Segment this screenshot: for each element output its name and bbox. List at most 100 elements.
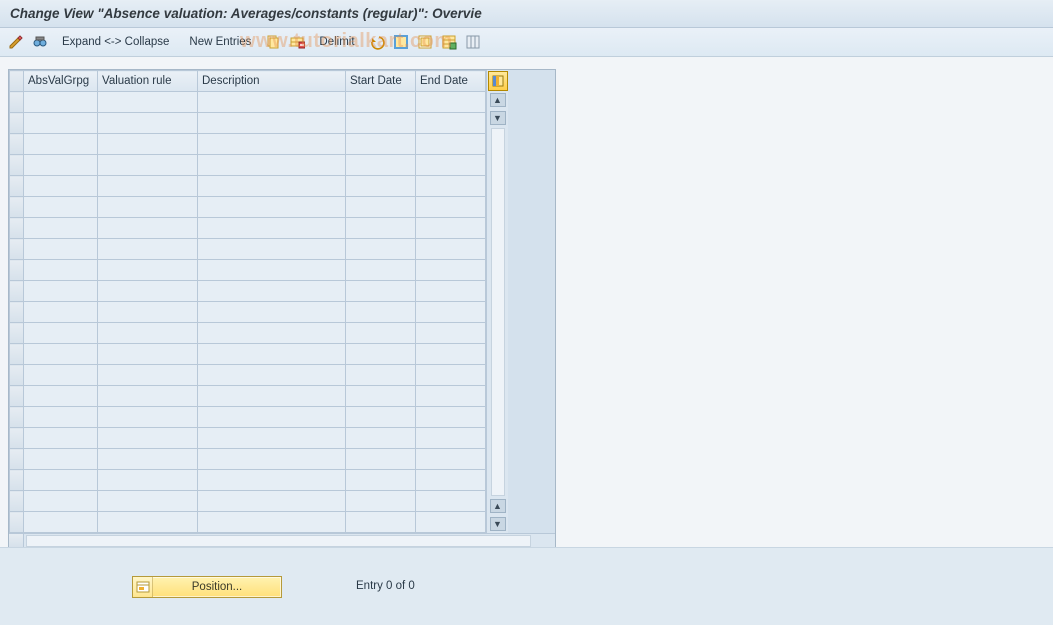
cell[interactable]	[346, 407, 416, 428]
hscroll-track[interactable]	[26, 535, 531, 547]
cell[interactable]	[24, 197, 98, 218]
cell[interactable]	[98, 491, 198, 512]
cell[interactable]	[98, 512, 198, 533]
cell[interactable]	[98, 470, 198, 491]
cell[interactable]	[346, 449, 416, 470]
cell[interactable]	[416, 92, 486, 113]
cell[interactable]	[416, 113, 486, 134]
cell[interactable]	[98, 281, 198, 302]
table-row[interactable]	[10, 344, 486, 365]
delete-button[interactable]	[287, 32, 307, 52]
cell[interactable]	[98, 386, 198, 407]
cell[interactable]	[346, 365, 416, 386]
cell[interactable]	[198, 155, 346, 176]
cell[interactable]	[24, 239, 98, 260]
cell[interactable]	[198, 260, 346, 281]
cell[interactable]	[346, 323, 416, 344]
cell[interactable]	[416, 344, 486, 365]
table-row[interactable]	[10, 365, 486, 386]
cell[interactable]	[346, 512, 416, 533]
row-selector-header[interactable]	[10, 71, 24, 92]
cell[interactable]	[98, 134, 198, 155]
cell[interactable]	[24, 134, 98, 155]
print-button[interactable]	[463, 32, 483, 52]
cell[interactable]	[24, 281, 98, 302]
col-header-end-date[interactable]: End Date	[416, 71, 486, 92]
cell[interactable]	[198, 134, 346, 155]
table-row[interactable]	[10, 155, 486, 176]
table-row[interactable]	[10, 386, 486, 407]
position-button[interactable]: Position...	[132, 576, 282, 598]
cell[interactable]	[346, 239, 416, 260]
cell[interactable]	[416, 260, 486, 281]
table-row[interactable]	[10, 407, 486, 428]
col-header-absvalgrpg[interactable]: AbsValGrpg	[24, 71, 98, 92]
select-all-button[interactable]	[391, 32, 411, 52]
cell[interactable]	[346, 197, 416, 218]
row-selector[interactable]	[10, 491, 24, 512]
cell[interactable]	[24, 512, 98, 533]
cell[interactable]	[98, 197, 198, 218]
cell[interactable]	[346, 470, 416, 491]
cell[interactable]	[416, 470, 486, 491]
cell[interactable]	[416, 134, 486, 155]
cell[interactable]	[346, 302, 416, 323]
row-selector[interactable]	[10, 239, 24, 260]
row-selector[interactable]	[10, 134, 24, 155]
cell[interactable]	[198, 197, 346, 218]
table-row[interactable]	[10, 197, 486, 218]
cell[interactable]	[346, 155, 416, 176]
cell[interactable]	[416, 428, 486, 449]
cell[interactable]	[346, 281, 416, 302]
cell[interactable]	[416, 281, 486, 302]
row-selector[interactable]	[10, 260, 24, 281]
cell[interactable]	[346, 344, 416, 365]
cell[interactable]	[416, 449, 486, 470]
row-selector[interactable]	[10, 218, 24, 239]
cell[interactable]	[198, 113, 346, 134]
cell[interactable]	[98, 449, 198, 470]
cell[interactable]	[416, 323, 486, 344]
scroll-up-bottom-button[interactable]: ▲	[490, 499, 506, 513]
cell[interactable]	[416, 302, 486, 323]
table-row[interactable]	[10, 470, 486, 491]
undo-button[interactable]	[367, 32, 387, 52]
cell[interactable]	[24, 470, 98, 491]
row-selector[interactable]	[10, 113, 24, 134]
cell[interactable]	[416, 155, 486, 176]
cell[interactable]	[98, 113, 198, 134]
row-selector[interactable]	[10, 512, 24, 533]
cell[interactable]	[346, 218, 416, 239]
cell[interactable]	[346, 92, 416, 113]
cell[interactable]	[416, 407, 486, 428]
cell[interactable]	[416, 239, 486, 260]
cell[interactable]	[24, 176, 98, 197]
cell[interactable]	[24, 344, 98, 365]
cell[interactable]	[198, 470, 346, 491]
configure-columns-button[interactable]	[488, 71, 508, 91]
row-selector[interactable]	[10, 386, 24, 407]
cell[interactable]	[98, 407, 198, 428]
table-row[interactable]	[10, 176, 486, 197]
cell[interactable]	[24, 218, 98, 239]
cell[interactable]	[24, 155, 98, 176]
row-selector[interactable]	[10, 365, 24, 386]
cell[interactable]	[24, 260, 98, 281]
row-selector[interactable]	[10, 407, 24, 428]
cell[interactable]	[198, 92, 346, 113]
delimit-button[interactable]: Delimit	[311, 32, 362, 52]
row-selector[interactable]	[10, 92, 24, 113]
table-row[interactable]	[10, 491, 486, 512]
row-selector[interactable]	[10, 197, 24, 218]
cell[interactable]	[98, 218, 198, 239]
col-header-valuation-rule[interactable]: Valuation rule	[98, 71, 198, 92]
cell[interactable]	[198, 176, 346, 197]
cell[interactable]	[346, 428, 416, 449]
cell[interactable]	[346, 176, 416, 197]
cell[interactable]	[98, 92, 198, 113]
col-header-description[interactable]: Description	[198, 71, 346, 92]
row-selector[interactable]	[10, 449, 24, 470]
table-row[interactable]	[10, 449, 486, 470]
row-selector[interactable]	[10, 323, 24, 344]
cell[interactable]	[198, 281, 346, 302]
